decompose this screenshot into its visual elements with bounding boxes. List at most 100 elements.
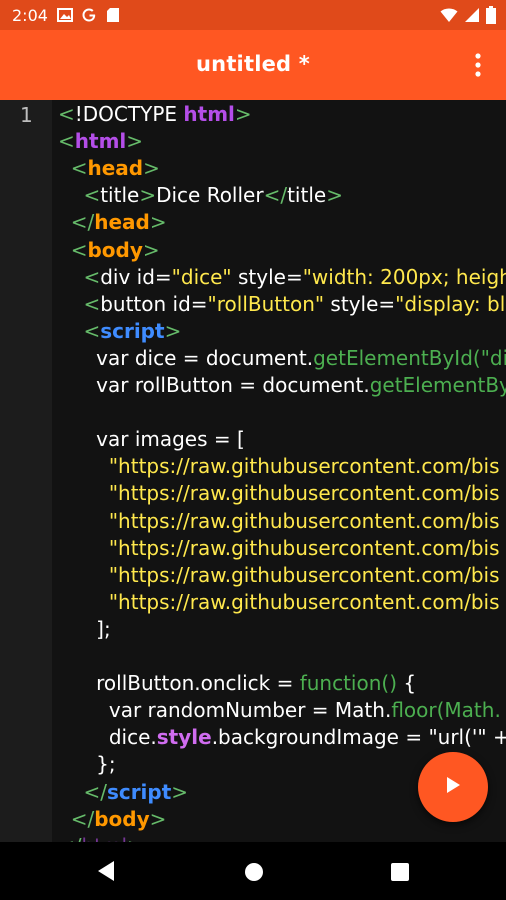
code-token: body: [87, 237, 143, 262]
code-line: ];: [58, 616, 111, 643]
code-token: html: [82, 834, 128, 842]
code-line: <div id="dice" style="width: 200px; heig…: [58, 264, 506, 291]
code-token: function(): [299, 671, 398, 696]
code-token: >: [326, 183, 343, 208]
code-area[interactable]: <!DOCTYPE html> <html> <head> <title>Dice…: [58, 100, 506, 842]
code-token: getElementBy: [369, 373, 506, 397]
code-token: var images = [: [58, 427, 245, 452]
run-button[interactable]: [418, 752, 488, 822]
code-token: floor(Math.: [391, 698, 501, 723]
code-token: getElementById("di: [313, 345, 506, 370]
code-token: dice.: [58, 725, 157, 750]
code-line: "https://raw.githubusercontent.com/bis: [58, 480, 500, 507]
code-token: </: [83, 779, 107, 804]
code-line: </body>: [58, 806, 167, 833]
google-icon: [80, 6, 98, 24]
code-line: var randomNumber = Math.floor(Math.: [58, 697, 501, 724]
code-token: </: [58, 834, 82, 842]
code-line: "https://raw.githubusercontent.com/bis: [58, 508, 500, 535]
code-line: rollButton.onclick = function() {: [58, 670, 416, 697]
code-token: "https://raw.githubusercontent.com/bis: [108, 562, 500, 587]
code-token: !DOCTYPE: [74, 102, 184, 126]
code-token: var dice = document.: [58, 345, 314, 370]
code-token: var randomNumber = Math.: [58, 698, 392, 723]
code-token: </: [70, 806, 95, 831]
code-token: body: [94, 806, 150, 831]
code-token: >: [234, 102, 252, 126]
code-line: <title>Dice Roller</title>: [58, 182, 343, 209]
system-icons: [440, 6, 496, 28]
code-token: button id=: [100, 291, 208, 316]
code-line: <!DOCTYPE html>: [58, 101, 252, 128]
code-token: script: [100, 318, 165, 343]
code-token: };: [58, 752, 116, 777]
wifi-icon: [440, 7, 458, 27]
code-token: head: [87, 156, 144, 181]
notification-icons: [56, 6, 122, 24]
code-line: "https://raw.githubusercontent.com/bis: [58, 453, 500, 480]
code-token: .backgroundImage = "url('" + i: [211, 725, 506, 750]
back-icon[interactable]: [96, 860, 116, 886]
code-token: </: [263, 183, 288, 208]
code-line: var dice = document.getElementById("di: [58, 345, 506, 372]
code-line: <html>: [58, 128, 143, 155]
code-token: rollButton.onclick =: [58, 671, 300, 696]
code-token: {: [397, 671, 417, 696]
sd-card-icon: [104, 6, 122, 24]
code-token: </: [70, 210, 95, 235]
code-token: "https://raw.githubusercontent.com/bis: [108, 481, 500, 506]
code-token: <: [70, 237, 88, 262]
code-token: Dice Roller: [156, 183, 264, 208]
code-line: </head>: [58, 209, 167, 236]
code-token: <: [83, 318, 101, 343]
page-title: untitled *: [196, 52, 310, 76]
code-token: "display: blo: [395, 291, 506, 316]
code-token: <: [58, 129, 75, 154]
code-line: <button id="rollButton" style="display: …: [58, 291, 506, 318]
code-token: "https://raw.githubusercontent.com/bis: [108, 535, 500, 560]
status-bar: 2:04: [0, 0, 506, 30]
code-token: >: [139, 183, 157, 208]
code-token: >: [164, 318, 182, 343]
more-vert-icon[interactable]: [466, 52, 490, 78]
recent-apps-icon[interactable]: [390, 862, 410, 886]
code-line: dice.style.backgroundImage = "url('" + i: [58, 724, 506, 751]
home-icon[interactable]: [244, 862, 264, 886]
code-token: <: [83, 264, 101, 289]
code-token: >: [142, 237, 160, 262]
code-line: };: [58, 751, 116, 778]
code-token: >: [171, 779, 189, 804]
line-number-gutter: 1: [0, 100, 52, 842]
code-line: "https://raw.githubusercontent.com/bis: [58, 535, 500, 562]
signal-icon: [464, 7, 480, 27]
code-editor[interactable]: 1 <!DOCTYPE html> <html> <head> <title>Di…: [0, 100, 506, 842]
code-token: >: [126, 129, 144, 154]
code-token: <: [83, 183, 101, 208]
code-token: div id=: [100, 264, 172, 289]
app-bar: untitled *: [0, 30, 506, 100]
code-token: title: [100, 183, 140, 208]
code-token: "https://raw.githubusercontent.com/bis: [108, 454, 500, 479]
navigation-bar: [0, 842, 506, 900]
code-token: >: [143, 156, 160, 181]
code-line: var rollButton = document.getElementBy: [58, 372, 506, 399]
code-token: ];: [58, 616, 111, 641]
code-token: "rollButton": [207, 291, 325, 316]
code-line: "https://raw.githubusercontent.com/bis: [58, 562, 500, 589]
code-line: </script>: [58, 779, 188, 806]
line-number: 1: [20, 103, 33, 127]
image-icon: [56, 6, 74, 24]
code-token: script: [106, 779, 172, 804]
